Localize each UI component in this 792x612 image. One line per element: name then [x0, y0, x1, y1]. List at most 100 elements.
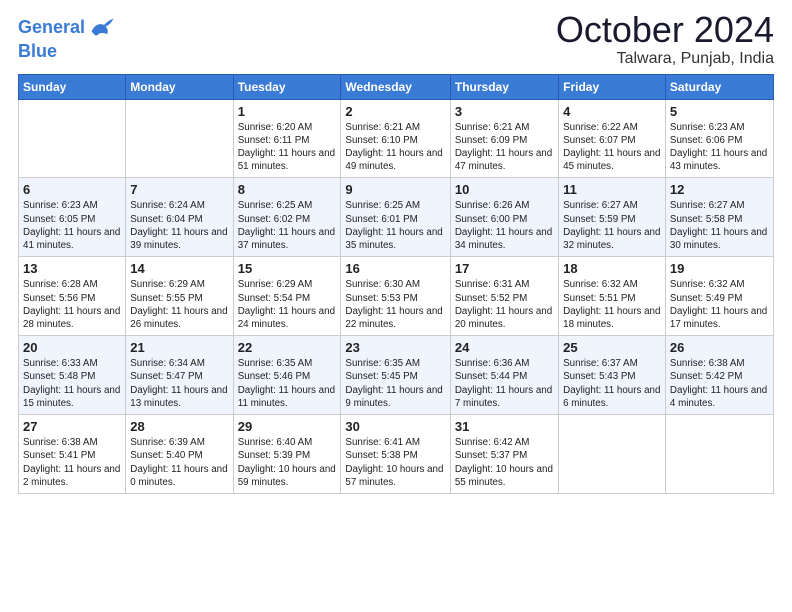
- calendar-table: SundayMondayTuesdayWednesdayThursdayFrid…: [18, 74, 774, 494]
- day-number: 1: [238, 104, 337, 119]
- calendar-cell: 2 Sunrise: 6:21 AMSunset: 6:10 PMDaylight…: [341, 99, 450, 178]
- calendar-cell: 1 Sunrise: 6:20 AMSunset: 6:11 PMDaylight…: [233, 99, 341, 178]
- calendar-cell: 25 Sunrise: 6:37 AMSunset: 5:43 PMDayligh…: [559, 336, 666, 415]
- day-number: 21: [130, 340, 228, 355]
- day-info: Sunrise: 6:35 AMSunset: 5:46 PMDaylight:…: [238, 357, 337, 410]
- day-number: 9: [345, 182, 445, 197]
- day-number: 11: [563, 182, 661, 197]
- calendar-cell: [19, 99, 126, 178]
- day-info: Sunrise: 6:28 AMSunset: 5:56 PMDaylight:…: [23, 278, 121, 331]
- calendar-cell: 30 Sunrise: 6:41 AMSunset: 5:38 PMDayligh…: [341, 415, 450, 494]
- calendar-cell: 8Sunrise: 6:25 AMSunset: 6:02 PMDaylight…: [233, 178, 341, 257]
- weekday-header-thursday: Thursday: [450, 74, 558, 99]
- day-info: Sunrise: 6:24 AMSunset: 6:04 PMDaylight:…: [130, 199, 228, 252]
- logo-text: General: [18, 18, 85, 38]
- calendar-cell: [126, 99, 233, 178]
- day-info: Sunrise: 6:32 AMSunset: 5:51 PMDaylight:…: [563, 278, 661, 331]
- calendar-cell: 6 Sunrise: 6:23 AMSunset: 6:05 PMDaylight…: [19, 178, 126, 257]
- day-info: Sunrise: 6:34 AMSunset: 5:47 PMDaylight:…: [130, 357, 228, 410]
- day-number: 7: [130, 182, 228, 197]
- calendar-cell: 13 Sunrise: 6:28 AMSunset: 5:56 PMDayligh…: [19, 257, 126, 336]
- weekday-header-saturday: Saturday: [665, 74, 773, 99]
- calendar-cell: 29Sunrise: 6:40 AMSunset: 5:39 PMDayligh…: [233, 415, 341, 494]
- weekday-header-tuesday: Tuesday: [233, 74, 341, 99]
- day-number: 28: [130, 419, 228, 434]
- day-number: 14: [130, 261, 228, 276]
- day-number: 4: [563, 104, 661, 119]
- calendar-week-row: 6 Sunrise: 6:23 AMSunset: 6:05 PMDaylight…: [19, 178, 774, 257]
- calendar-cell: 5 Sunrise: 6:23 AMSunset: 6:06 PMDaylight…: [665, 99, 773, 178]
- calendar-week-row: 27 Sunrise: 6:38 AMSunset: 5:41 PMDayligh…: [19, 415, 774, 494]
- day-info: Sunrise: 6:21 AMSunset: 6:09 PMDaylight:…: [455, 121, 554, 174]
- day-info: Sunrise: 6:29 AMSunset: 5:54 PMDaylight:…: [238, 278, 337, 331]
- logo-line1: General: [18, 17, 85, 37]
- day-info: Sunrise: 6:22 AMSunset: 6:07 PMDaylight:…: [563, 121, 661, 174]
- day-number: 13: [23, 261, 121, 276]
- page: General Blue October 2024 Talwara, Punja…: [0, 0, 792, 612]
- day-number: 25: [563, 340, 661, 355]
- day-info: Sunrise: 6:38 AMSunset: 5:42 PMDaylight:…: [670, 357, 769, 410]
- logo-bird-icon: [87, 14, 115, 42]
- logo: General Blue: [18, 14, 115, 62]
- calendar-cell: 9 Sunrise: 6:25 AMSunset: 6:01 PMDaylight…: [341, 178, 450, 257]
- day-number: 3: [455, 104, 554, 119]
- day-info: Sunrise: 6:37 AMSunset: 5:43 PMDaylight:…: [563, 357, 661, 410]
- day-info: Sunrise: 6:36 AMSunset: 5:44 PMDaylight:…: [455, 357, 554, 410]
- calendar-cell: 23Sunrise: 6:35 AMSunset: 5:45 PMDayligh…: [341, 336, 450, 415]
- calendar-week-row: 13 Sunrise: 6:28 AMSunset: 5:56 PMDayligh…: [19, 257, 774, 336]
- calendar-week-row: 20Sunrise: 6:33 AMSunset: 5:48 PMDayligh…: [19, 336, 774, 415]
- day-number: 2: [345, 104, 445, 119]
- main-title: October 2024: [556, 10, 774, 50]
- calendar-cell: 26 Sunrise: 6:38 AMSunset: 5:42 PMDayligh…: [665, 336, 773, 415]
- day-info: Sunrise: 6:38 AMSunset: 5:41 PMDaylight:…: [23, 436, 121, 489]
- day-info: Sunrise: 6:23 AMSunset: 6:06 PMDaylight:…: [670, 121, 769, 174]
- calendar-cell: 10Sunrise: 6:26 AMSunset: 6:00 PMDayligh…: [450, 178, 558, 257]
- calendar-cell: 18Sunrise: 6:32 AMSunset: 5:51 PMDayligh…: [559, 257, 666, 336]
- day-number: 31: [455, 419, 554, 434]
- calendar-cell: 14 Sunrise: 6:29 AMSunset: 5:55 PMDayligh…: [126, 257, 233, 336]
- day-info: Sunrise: 6:29 AMSunset: 5:55 PMDaylight:…: [130, 278, 228, 331]
- subtitle: Talwara, Punjab, India: [556, 50, 774, 68]
- day-number: 6: [23, 182, 121, 197]
- calendar-cell: 19 Sunrise: 6:32 AMSunset: 5:49 PMDayligh…: [665, 257, 773, 336]
- day-number: 20: [23, 340, 121, 355]
- calendar-cell: 22 Sunrise: 6:35 AMSunset: 5:46 PMDayligh…: [233, 336, 341, 415]
- calendar-cell: 4 Sunrise: 6:22 AMSunset: 6:07 PMDaylight…: [559, 99, 666, 178]
- calendar-header-row: SundayMondayTuesdayWednesdayThursdayFrid…: [19, 74, 774, 99]
- day-number: 5: [670, 104, 769, 119]
- weekday-header-sunday: Sunday: [19, 74, 126, 99]
- day-info: Sunrise: 6:41 AMSunset: 5:38 PMDaylight:…: [345, 436, 445, 489]
- title-block: October 2024 Talwara, Punjab, India: [556, 10, 774, 68]
- day-number: 26: [670, 340, 769, 355]
- day-number: 22: [238, 340, 337, 355]
- day-info: Sunrise: 6:20 AMSunset: 6:11 PMDaylight:…: [238, 121, 337, 174]
- calendar-cell: 15Sunrise: 6:29 AMSunset: 5:54 PMDayligh…: [233, 257, 341, 336]
- day-info: Sunrise: 6:27 AMSunset: 5:58 PMDaylight:…: [670, 199, 769, 252]
- day-info: Sunrise: 6:25 AMSunset: 6:01 PMDaylight:…: [345, 199, 445, 252]
- day-info: Sunrise: 6:25 AMSunset: 6:02 PMDaylight:…: [238, 199, 337, 252]
- weekday-header-wednesday: Wednesday: [341, 74, 450, 99]
- calendar-cell: 16 Sunrise: 6:30 AMSunset: 5:53 PMDayligh…: [341, 257, 450, 336]
- day-number: 19: [670, 261, 769, 276]
- day-info: Sunrise: 6:32 AMSunset: 5:49 PMDaylight:…: [670, 278, 769, 331]
- logo-line2-text: Blue: [18, 41, 57, 61]
- calendar-cell: 27 Sunrise: 6:38 AMSunset: 5:41 PMDayligh…: [19, 415, 126, 494]
- calendar-cell: 11Sunrise: 6:27 AMSunset: 5:59 PMDayligh…: [559, 178, 666, 257]
- day-info: Sunrise: 6:30 AMSunset: 5:53 PMDaylight:…: [345, 278, 445, 331]
- day-info: Sunrise: 6:23 AMSunset: 6:05 PMDaylight:…: [23, 199, 121, 252]
- calendar-cell: 21 Sunrise: 6:34 AMSunset: 5:47 PMDayligh…: [126, 336, 233, 415]
- calendar-cell: 20Sunrise: 6:33 AMSunset: 5:48 PMDayligh…: [19, 336, 126, 415]
- day-info: Sunrise: 6:21 AMSunset: 6:10 PMDaylight:…: [345, 121, 445, 174]
- calendar-cell: 7 Sunrise: 6:24 AMSunset: 6:04 PMDaylight…: [126, 178, 233, 257]
- calendar-week-row: 1 Sunrise: 6:20 AMSunset: 6:11 PMDaylight…: [19, 99, 774, 178]
- day-number: 27: [23, 419, 121, 434]
- calendar-cell: 28Sunrise: 6:39 AMSunset: 5:40 PMDayligh…: [126, 415, 233, 494]
- weekday-header-friday: Friday: [559, 74, 666, 99]
- day-info: Sunrise: 6:35 AMSunset: 5:45 PMDaylight:…: [345, 357, 445, 410]
- day-number: 16: [345, 261, 445, 276]
- day-number: 30: [345, 419, 445, 434]
- day-info: Sunrise: 6:42 AMSunset: 5:37 PMDaylight:…: [455, 436, 554, 489]
- day-number: 17: [455, 261, 554, 276]
- logo-blue: Blue: [18, 42, 115, 62]
- day-number: 10: [455, 182, 554, 197]
